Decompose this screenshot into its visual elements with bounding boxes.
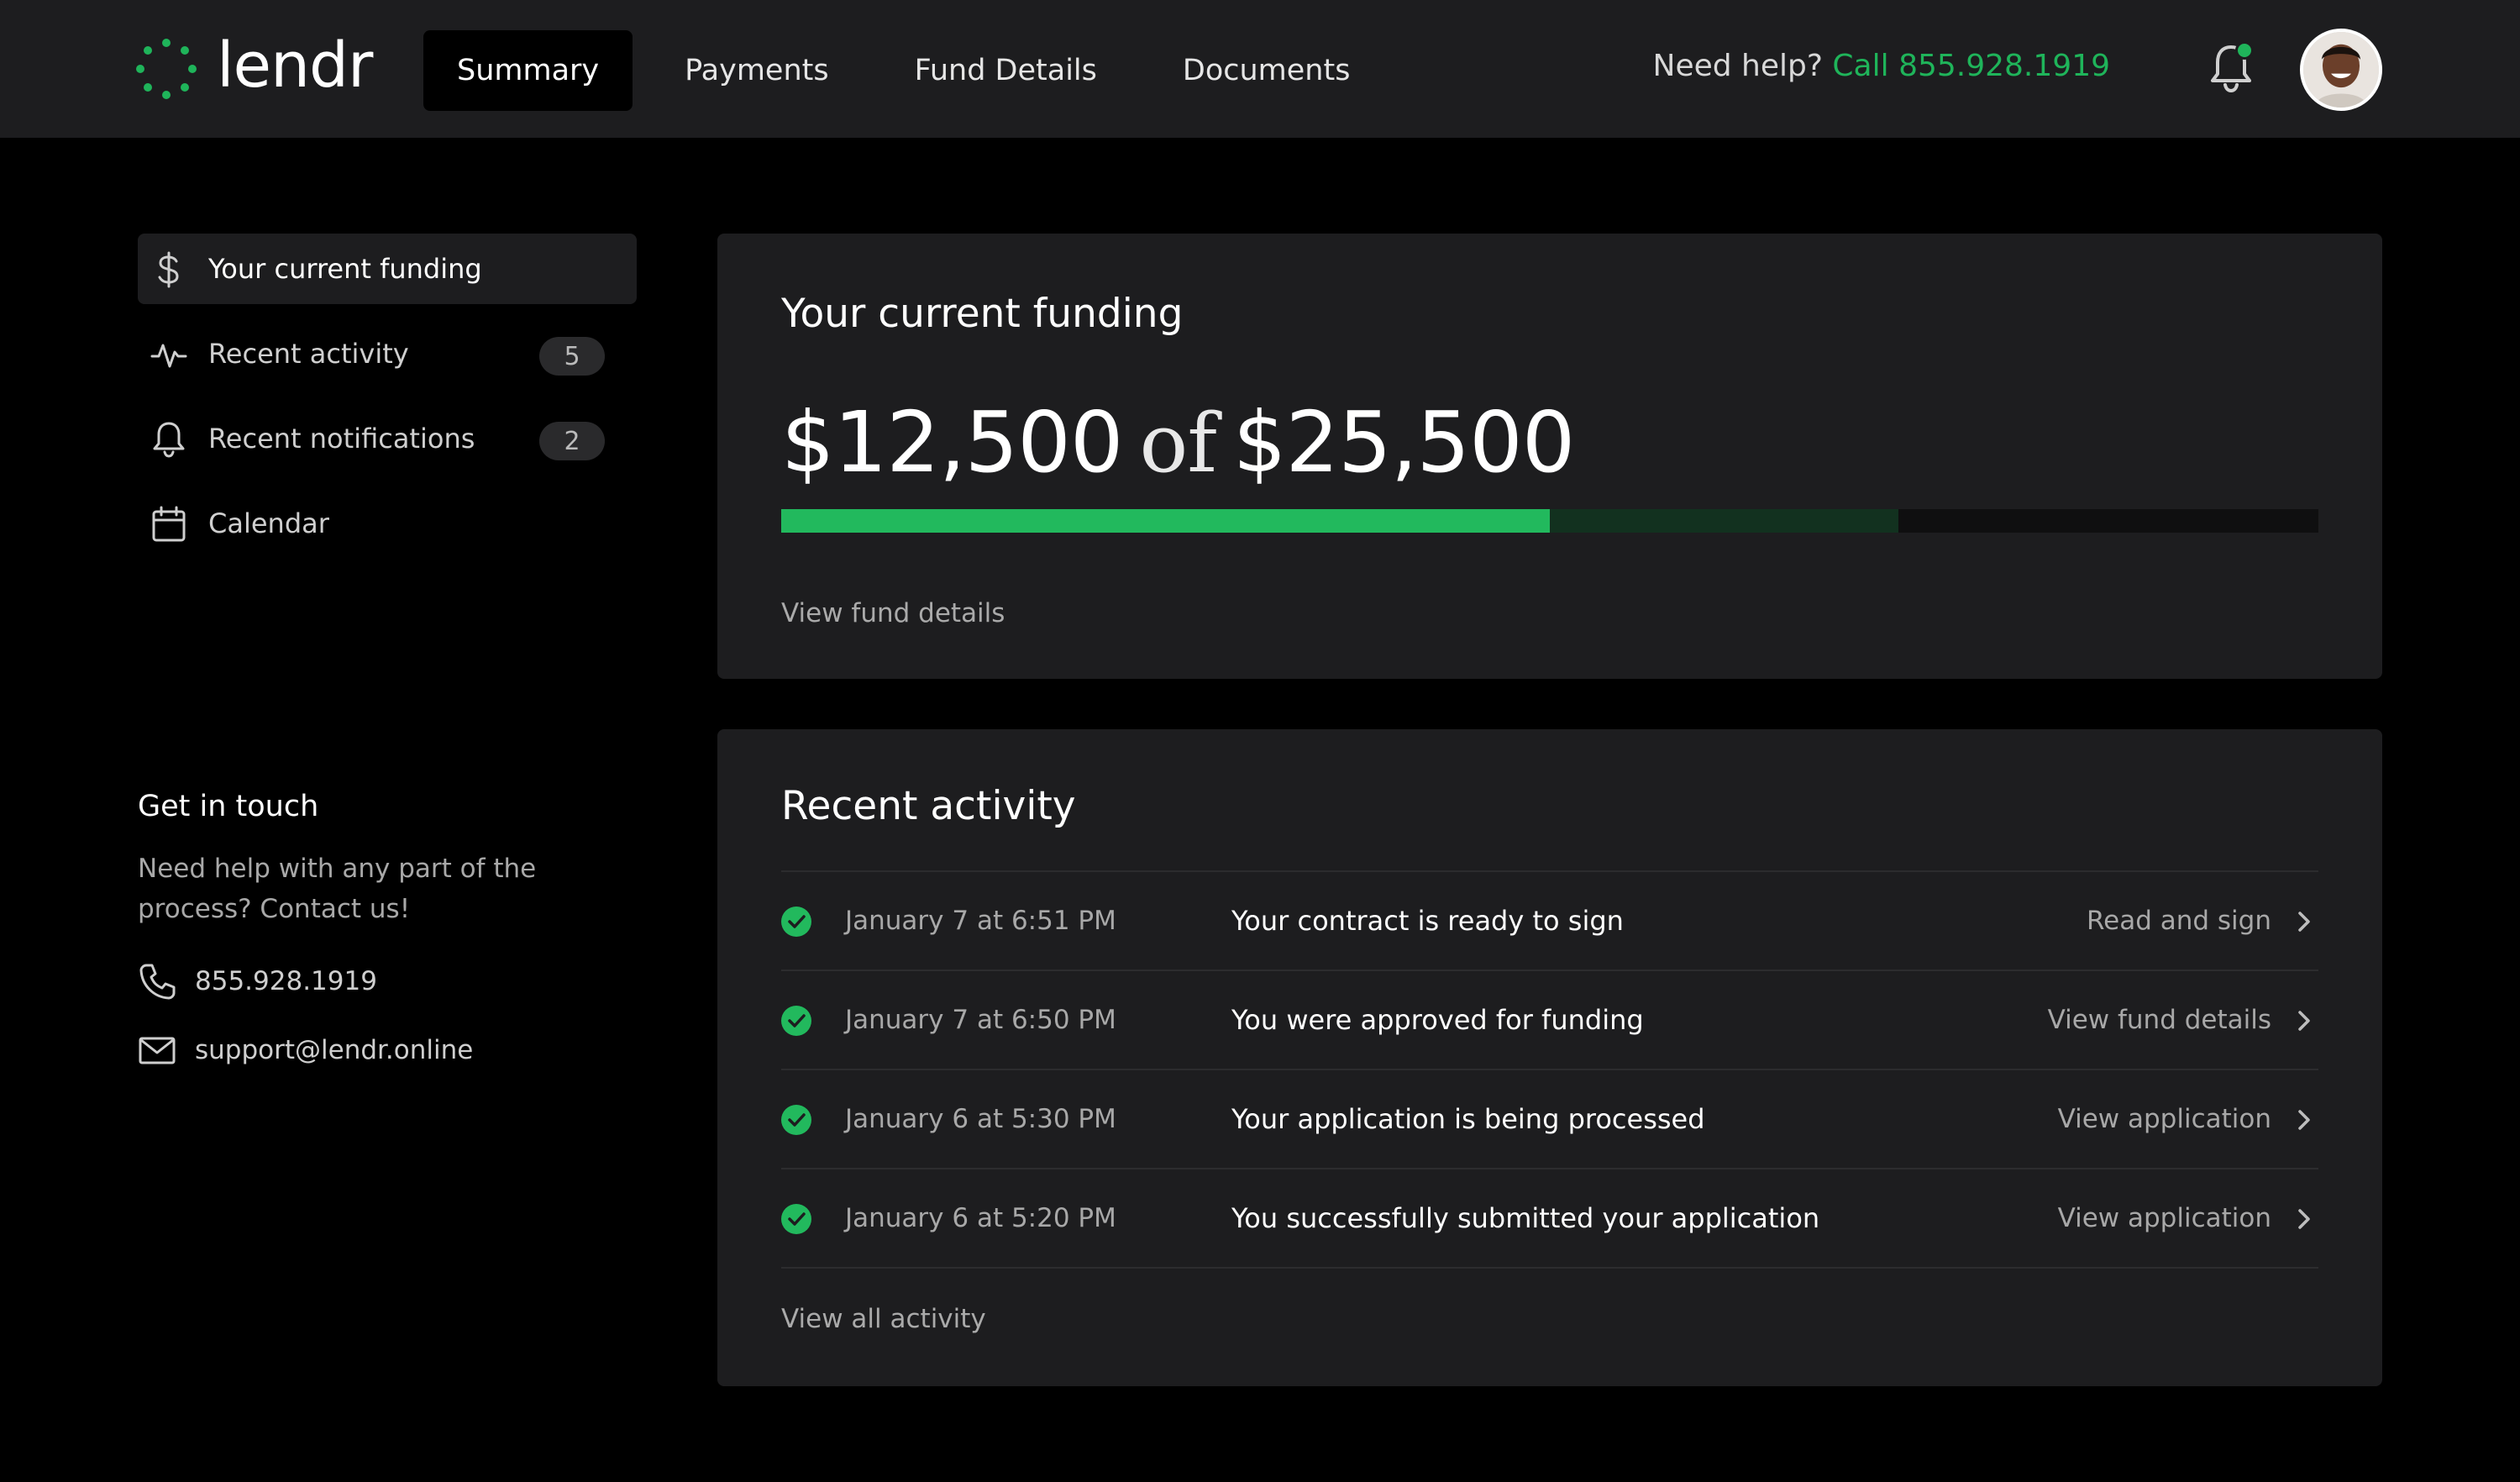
get-in-touch: Get in touch Need help with any part of … [138, 790, 637, 1096]
calendar-icon [152, 506, 186, 542]
activity-date: January 7 at 6:50 PM [845, 1005, 1116, 1035]
activity-date: January 6 at 5:20 PM [845, 1203, 1116, 1233]
check-circle-icon [781, 1204, 811, 1234]
contact-phone-text: 855.928.1919 [195, 966, 377, 996]
sidebar-item-calendar[interactable]: Calendar [138, 488, 637, 559]
help-line: Need help? Call 855.928.1919 [1653, 49, 2110, 83]
activity-message: Your application is being processed [1231, 1103, 1705, 1135]
chevron-right-icon[interactable] [2290, 1205, 2318, 1233]
funding-progress-bar [781, 509, 2318, 533]
funding-title: Your current funding [781, 291, 1184, 337]
funding-of-word: of [1139, 397, 1217, 491]
nav-documents[interactable]: Documents [1149, 30, 1384, 111]
help-call-link[interactable]: Call 855.928.1919 [1832, 49, 2110, 83]
activity-title: Recent activity [781, 783, 1076, 829]
get-in-touch-title: Get in touch [138, 790, 319, 823]
activity-action-link[interactable]: View application [2058, 1203, 2271, 1233]
phone-icon [139, 964, 176, 1000]
user-avatar[interactable] [2300, 29, 2382, 111]
sidebar-item-label: Your current funding [208, 253, 482, 285]
activity-icon [150, 344, 187, 368]
funding-amount: $12,500 of $25,500 [781, 393, 1576, 491]
chevron-right-icon[interactable] [2290, 1106, 2318, 1134]
activity-message: You successfully submitted your applicat… [1231, 1202, 1820, 1234]
view-fund-details-link[interactable]: View fund details [781, 598, 1005, 628]
nav-summary[interactable]: Summary [423, 30, 633, 111]
unread-indicator [2235, 41, 2254, 60]
nav-payments[interactable]: Payments [651, 30, 862, 111]
activity-action-link[interactable]: View fund details [2048, 1005, 2271, 1035]
activity-row[interactable]: January 6 at 5:20 PM You successfully su… [781, 1169, 2318, 1269]
activity-message: You were approved for funding [1231, 1004, 1644, 1036]
sidebar: Your current funding Recent activity 5 R… [138, 234, 637, 573]
sidebar-item-label: Recent activity [208, 338, 409, 370]
sidebar-item-current-funding[interactable]: Your current funding [138, 234, 637, 304]
sidebar-item-recent-notifications[interactable]: Recent notifications 2 [138, 403, 637, 474]
contact-email[interactable]: support@lendr.online [138, 1027, 637, 1074]
avatar-portrait-icon [2303, 32, 2379, 108]
activity-date: January 7 at 6:51 PM [845, 906, 1116, 936]
bell-icon [153, 422, 185, 458]
activity-message: Your contract is ready to sign [1231, 905, 1624, 937]
lendr-logo[interactable]: lendr [134, 29, 373, 102]
brand-name: lendr [217, 29, 373, 102]
sidebar-item-recent-activity[interactable]: Recent activity 5 [138, 318, 637, 389]
sidebar-item-label: Recent notifications [208, 423, 475, 455]
top-navigation-bar: lendr Summary Payments Fund Details Docu… [0, 0, 2520, 138]
contact-email-text: support@lendr.online [195, 1035, 474, 1065]
view-all-activity-link[interactable]: View all activity [781, 1304, 986, 1334]
chevron-right-icon[interactable] [2290, 907, 2318, 936]
funding-current-amount: $12,500 [781, 393, 1124, 491]
chevron-right-icon[interactable] [2290, 1006, 2318, 1035]
nav-fund-details[interactable]: Fund Details [881, 30, 1131, 111]
activity-row[interactable]: January 6 at 5:30 PM Your application is… [781, 1070, 2318, 1169]
activity-list: January 7 at 6:51 PM Your contract is re… [781, 870, 2318, 1269]
funding-progress-fill [781, 509, 1550, 533]
check-circle-icon [781, 1105, 811, 1135]
help-text: Need help? [1652, 49, 1823, 83]
activity-date: January 6 at 5:30 PM [845, 1104, 1116, 1134]
mail-icon [139, 1037, 176, 1064]
get-in-touch-text: Need help with any part of the process? … [138, 854, 537, 924]
contact-phone[interactable]: 855.928.1919 [138, 958, 637, 1005]
main-nav: Summary Payments Fund Details Documents [423, 30, 1402, 111]
activity-action-link[interactable]: Read and sign [2087, 906, 2271, 936]
recent-activity-card: Recent activity January 7 at 6:51 PM You… [717, 729, 2382, 1386]
logo-dots-icon [136, 39, 197, 99]
activity-row[interactable]: January 7 at 6:51 PM Your contract is re… [781, 872, 2318, 971]
activity-count-badge: 5 [539, 337, 605, 376]
funding-total-amount: $25,500 [1232, 393, 1576, 491]
funding-progress-pending [1550, 509, 1899, 533]
check-circle-icon [781, 1006, 811, 1036]
activity-row[interactable]: January 7 at 6:50 PM You were approved f… [781, 971, 2318, 1070]
activity-action-link[interactable]: View application [2058, 1104, 2271, 1134]
sidebar-item-label: Calendar [208, 507, 329, 539]
notifications-count-badge: 2 [539, 422, 605, 460]
current-funding-card: Your current funding $12,500 of $25,500 Vi… [717, 234, 2382, 679]
dollar-icon [158, 251, 179, 288]
check-circle-icon [781, 907, 811, 937]
